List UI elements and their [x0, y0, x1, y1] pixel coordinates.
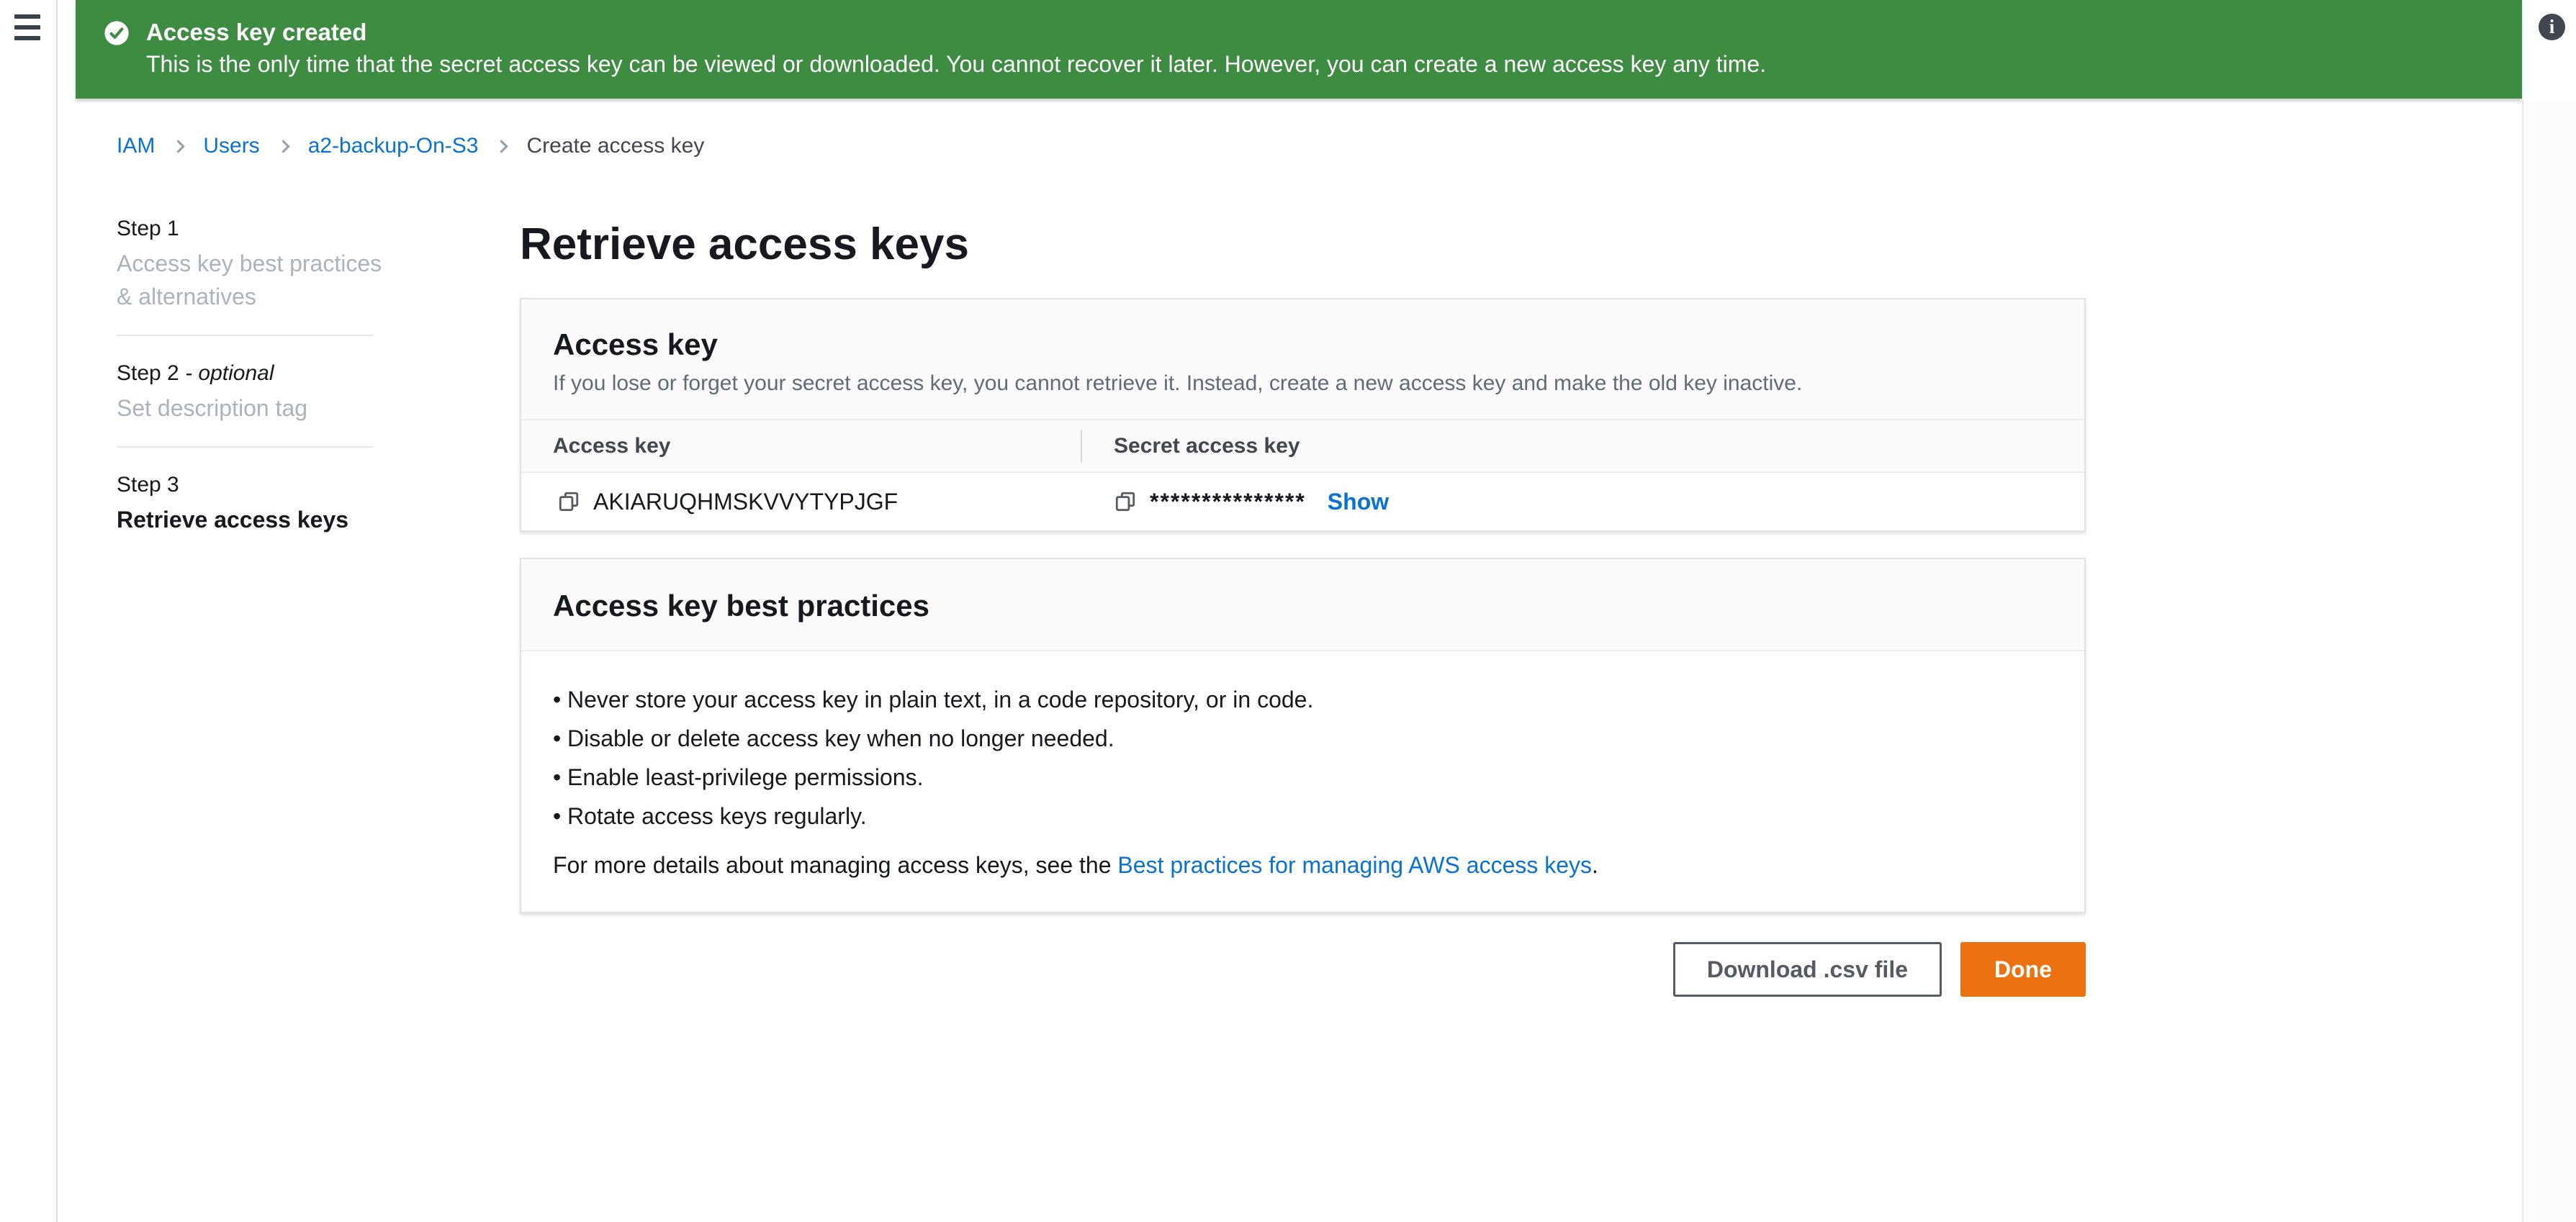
best-practices-list: Never store your access key in plain tex… [553, 680, 2053, 836]
best-practices-doc-link[interactable]: Best practices for managing AWS access k… [1117, 852, 1592, 878]
access-key-panel-title: Access key [553, 327, 2053, 363]
step-number: Step 1 [117, 214, 384, 243]
step-optional-label: - optional [185, 361, 274, 385]
page: Access key created This is the only time… [0, 0, 2576, 1222]
best-practices-panel: Access key best practices Never store yo… [520, 558, 2086, 913]
wizard-step-3: Step 3 Retrieve access keys [117, 471, 384, 536]
breadcrumb-link-user-name[interactable]: a2-backup-On-S3 [308, 134, 479, 158]
footer-text: For more details about managing access k… [553, 852, 1117, 878]
breadcrumb-current: Create access key [526, 134, 704, 158]
page-title: Retrieve access keys [520, 216, 2086, 273]
best-practice-item: Rotate access keys regularly. [553, 797, 2053, 836]
wizard-step-1: Step 1 Access key best practices & alter… [117, 214, 384, 313]
breadcrumb-link-iam[interactable]: IAM [117, 134, 155, 158]
hamburger-menu-icon[interactable] [14, 14, 43, 40]
success-flashbar: Access key created This is the only time… [76, 0, 2522, 99]
copy-icon[interactable] [557, 490, 580, 513]
hamburger-bar [14, 36, 40, 40]
breadcrumb-link-users[interactable]: Users [203, 134, 259, 158]
best-practices-panel-body: Never store your access key in plain tex… [521, 651, 2084, 912]
action-buttons: Download .csv file Done [520, 942, 2086, 997]
access-key-cell: AKIARUQHMSKVVYTYPJGF [521, 489, 1081, 515]
wizard-step-2: Step 2 - optional Set description tag [117, 359, 384, 425]
best-practice-item: Never store your access key in plain tex… [553, 680, 2053, 719]
breadcrumb-separator-icon [276, 140, 289, 153]
step-title: Retrieve access keys [117, 503, 384, 536]
step-number: Step 3 [117, 471, 384, 499]
column-header-secret-access-key: Secret access key [1081, 430, 2084, 463]
side-nav-rail [0, 0, 58, 1222]
breadcrumb-separator-icon [172, 140, 185, 153]
flashbar-title: Access key created [146, 17, 1766, 47]
right-gutter [2522, 101, 2576, 1222]
main-content: Retrieve access keys Access key If you l… [520, 216, 2086, 997]
access-key-panel-header: Access key If you lose or forget your se… [521, 299, 2084, 420]
step-title: Set description tag [117, 392, 384, 425]
best-practices-panel-title: Access key best practices [553, 588, 2053, 624]
copy-icon[interactable] [1114, 490, 1137, 513]
step-number-label: Step 3 [117, 473, 179, 497]
info-icon[interactable]: i [2539, 14, 2565, 40]
hamburger-bar [14, 14, 40, 19]
step-number: Step 2 - optional [117, 359, 384, 388]
wizard-steps: Step 1 Access key best practices & alter… [117, 214, 384, 536]
key-table-header: Access key Secret access key [521, 420, 2084, 473]
footer-period: . [1592, 852, 1598, 878]
column-header-access-key: Access key [521, 434, 1081, 458]
step-divider [117, 335, 373, 336]
secret-access-key-masked: *************** [1150, 489, 1306, 515]
step-number-label: Step 1 [117, 217, 179, 240]
access-key-panel: Access key If you lose or forget your se… [520, 298, 2086, 532]
flashbar-message: This is the only time that the secret ac… [146, 49, 1766, 79]
breadcrumb-separator-icon [495, 140, 508, 153]
download-csv-button[interactable]: Download .csv file [1673, 942, 1942, 997]
step-title: Access key best practices & alternatives [117, 247, 384, 313]
flashbar-text: Access key created This is the only time… [146, 17, 1766, 79]
best-practice-item: Disable or delete access key when no lon… [553, 719, 2053, 758]
show-secret-link[interactable]: Show [1328, 489, 1389, 515]
hamburger-bar [14, 25, 40, 30]
best-practice-item: Enable least-privilege permissions. [553, 758, 2053, 797]
best-practices-footer: For more details about managing access k… [553, 846, 2053, 884]
best-practices-panel-header: Access key best practices [521, 559, 2084, 651]
step-number-label: Step 2 [117, 361, 179, 385]
access-key-value: AKIARUQHMSKVVYTYPJGF [593, 489, 898, 515]
key-table-row: AKIARUQHMSKVVYTYPJGF *************** Sho… [521, 473, 2084, 530]
step-divider [117, 446, 373, 448]
secret-access-key-cell: *************** Show [1081, 489, 2084, 515]
access-key-panel-description: If you lose or forget your secret access… [553, 370, 2053, 397]
check-circle-icon [103, 19, 130, 50]
done-button[interactable]: Done [1960, 942, 2086, 997]
breadcrumb: IAM Users a2-backup-On-S3 Create access … [117, 134, 704, 158]
